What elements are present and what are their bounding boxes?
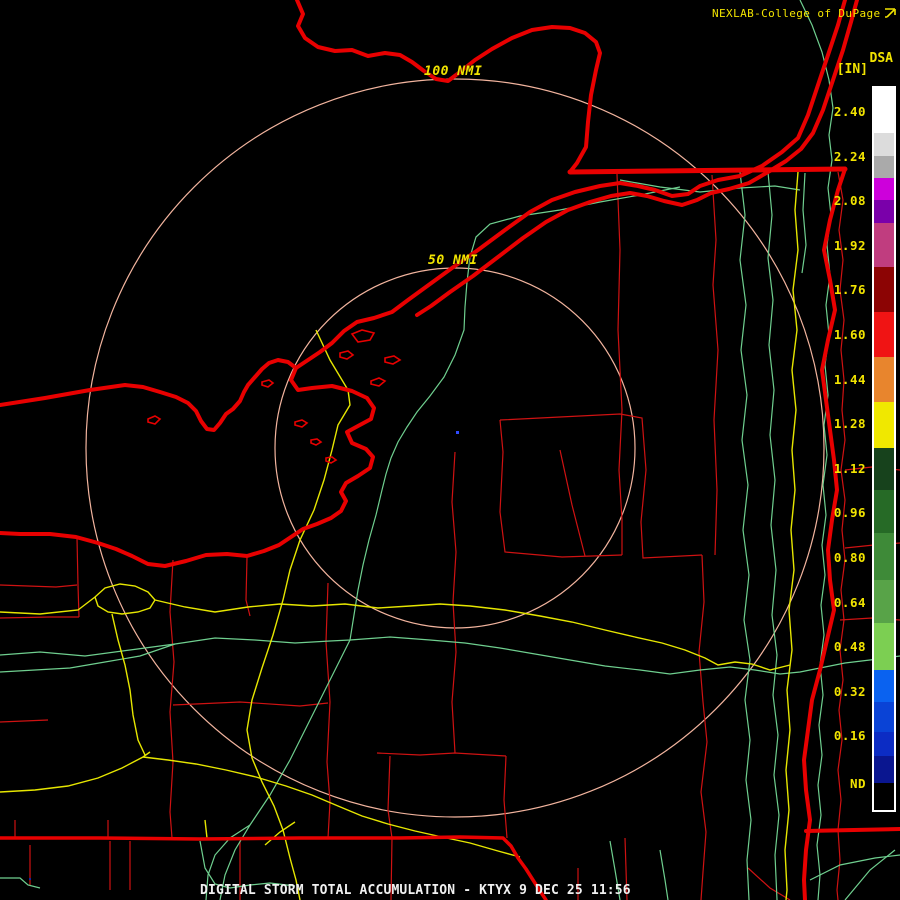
colorbar-segment	[874, 178, 894, 200]
road-lines	[0, 171, 799, 900]
colorbar-segment	[874, 267, 894, 312]
radar-map	[0, 0, 900, 900]
river-lines	[0, 0, 900, 900]
colorbar-segment	[874, 402, 894, 448]
scale-tick-label: 0.96	[833, 505, 866, 521]
colorbar-segment	[874, 357, 894, 402]
product-units-label: [IN]	[836, 62, 868, 77]
scale-tick-label: 0.32	[833, 683, 866, 699]
scale-tick-label: 0.64	[833, 594, 866, 610]
colorbar-segment	[874, 133, 894, 156]
scale-tick-label: 0.16	[833, 728, 866, 744]
brand-label: NEXLAB-College of DuPage	[712, 6, 881, 20]
brand-title: NEXLAB-College of DuPage	[712, 7, 896, 19]
cod-flag-icon	[884, 8, 896, 18]
ring-label-50nmi: 50 NMI	[428, 253, 478, 268]
scale-tick-label: 2.24	[833, 148, 866, 164]
colorbar-segment	[874, 702, 894, 732]
colorbar-segment	[874, 200, 894, 223]
colorbar-segment	[874, 670, 894, 702]
colorbar-segment	[874, 580, 894, 623]
colorbar-segments	[874, 88, 894, 810]
scale-tick-label: 1.28	[833, 416, 866, 432]
radar-viewer: NEXLAB-College of DuPage DSA [IN] 2.40 2.…	[0, 0, 900, 900]
ring-label-100nmi: 100 NMI	[424, 64, 483, 79]
colorbar-segment	[874, 88, 894, 133]
precip-echo-pixels	[29, 431, 459, 880]
scale-tick-label: 0.80	[833, 550, 866, 565]
colorbar-segment	[874, 783, 894, 810]
scale-tick-label: ND	[849, 776, 866, 791]
colorbar-segment	[874, 756, 894, 783]
colorbar-segment	[874, 448, 894, 490]
colorbar-segment	[874, 490, 894, 533]
scale-tick-label: 1.76	[833, 282, 866, 298]
scale-tick-label: 0.48	[833, 639, 866, 655]
scale-tick-label: 2.40	[833, 104, 866, 119]
scale-tick-label: 2.08	[833, 193, 866, 209]
colorbar-segment	[874, 156, 894, 178]
product-code-label: DSA	[869, 51, 893, 66]
scale-tick-label: 1.12	[833, 460, 866, 476]
colorbar-segment	[874, 312, 894, 357]
product-caption: DIGITAL STORM TOTAL ACCUMULATION - KTYX …	[200, 883, 631, 898]
county-boundary-lines	[0, 171, 900, 900]
state-border-lines	[0, 0, 900, 900]
colorbar-segment	[874, 223, 894, 267]
colorbar-segment	[874, 623, 894, 670]
colorbar-segment	[874, 732, 894, 756]
scale-tick-label: 1.44	[833, 371, 866, 387]
colorbar	[872, 86, 896, 812]
colorbar-segment	[874, 533, 894, 580]
scale-tick-label: 1.60	[833, 327, 866, 342]
scale-tick-label: 1.92	[833, 237, 866, 253]
